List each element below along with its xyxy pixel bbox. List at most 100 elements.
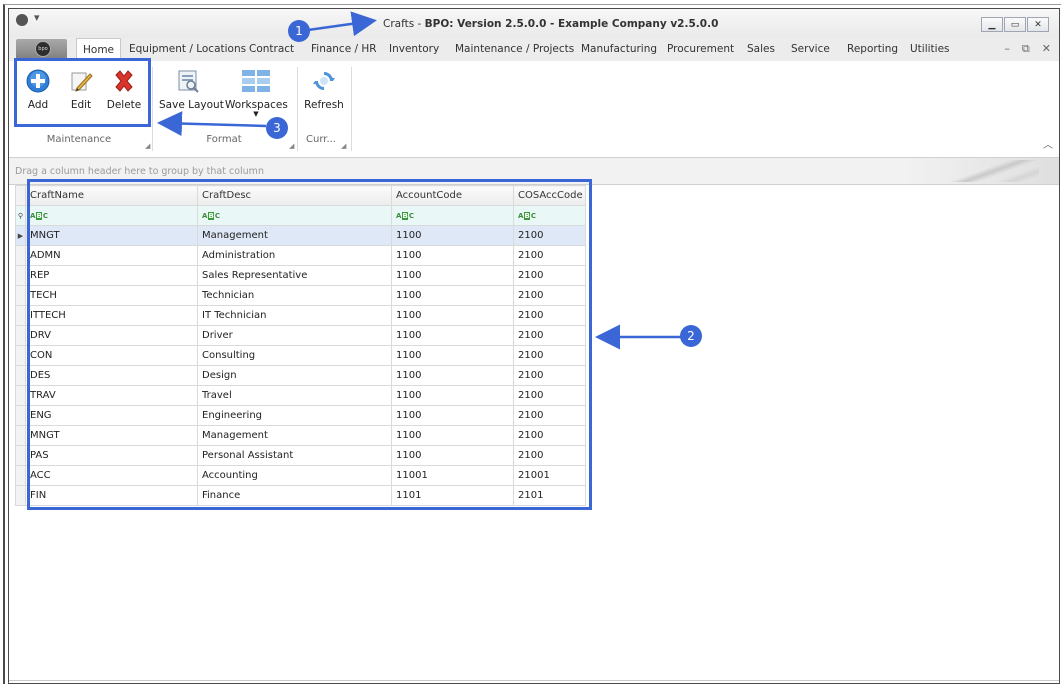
row-indicator[interactable] [15,485,26,506]
table-row[interactable]: FIN Finance 1101 2101 [15,485,586,506]
table-row[interactable]: DRV Driver 1100 2100 [15,325,586,346]
cell-craftname[interactable]: ACC [25,465,198,486]
mdi-minimize-icon[interactable]: – [1004,42,1010,56]
cell-cosacccode[interactable]: 2100 [513,425,586,446]
cell-cosacccode[interactable]: 2100 [513,325,586,346]
row-indicator[interactable] [15,325,26,346]
cell-accountcode[interactable]: 1100 [391,285,514,306]
cell-accountcode[interactable]: 1100 [391,225,514,246]
table-row[interactable]: ACC Accounting 11001 21001 [15,465,586,486]
filter-cell-cosacccode[interactable]: ABC [513,205,586,226]
cell-accountcode[interactable]: 1100 [391,325,514,346]
tab-equipment-locations[interactable]: Equipment / Locations [129,43,246,55]
cell-craftdesc[interactable]: Travel [197,385,392,406]
table-row[interactable]: REP Sales Representative 1100 2100 [15,265,586,286]
group-by-panel[interactable]: Drag a column header here to group by th… [9,158,1059,185]
tab-sales[interactable]: Sales [747,43,775,55]
tab-service[interactable]: Service [791,43,830,55]
table-row[interactable]: ITTECH IT Technician 1100 2100 [15,305,586,326]
cell-craftdesc[interactable]: Sales Representative [197,265,392,286]
table-row[interactable]: CON Consulting 1100 2100 [15,345,586,366]
cell-cosacccode[interactable]: 21001 [513,465,586,486]
cell-cosacccode[interactable]: 2100 [513,285,586,306]
table-row[interactable]: TRAV Travel 1100 2100 [15,385,586,406]
cell-craftdesc[interactable]: Accounting [197,465,392,486]
cell-craftname[interactable]: CON [25,345,198,366]
row-indicator[interactable] [15,245,26,266]
cell-accountcode[interactable]: 1100 [391,425,514,446]
row-indicator[interactable] [15,445,26,466]
cell-accountcode[interactable]: 1100 [391,265,514,286]
cell-craftdesc[interactable]: Engineering [197,405,392,426]
tab-finance-hr[interactable]: Finance / HR [311,43,377,55]
close-button[interactable]: ✕ [1027,17,1049,32]
row-indicator[interactable] [15,385,26,406]
cell-craftname[interactable]: ITTECH [25,305,198,326]
row-indicator[interactable] [15,265,26,286]
tab-inventory[interactable]: Inventory [389,43,439,55]
cell-cosacccode[interactable]: 2100 [513,345,586,366]
cell-craftdesc[interactable]: Driver [197,325,392,346]
cell-cosacccode[interactable]: 2100 [513,225,586,246]
table-row[interactable]: MNGT Management 1100 2100 [15,425,586,446]
edit-button[interactable]: Edit [64,65,98,125]
tab-maintenance-projects[interactable]: Maintenance / Projects [455,43,574,55]
cell-craftdesc[interactable]: Administration [197,245,392,266]
add-button[interactable]: Add [21,65,55,125]
cell-craftname[interactable]: ADMN [25,245,198,266]
row-indicator[interactable] [15,345,26,366]
column-header-craftdesc[interactable]: CraftDesc [197,185,392,206]
filter-cell-craftname[interactable]: ABC [25,205,198,226]
filter-cell-craftdesc[interactable]: ABC [197,205,392,226]
tab-home[interactable]: Home [76,38,122,61]
cell-cosacccode[interactable]: 2100 [513,245,586,266]
cell-accountcode[interactable]: 1100 [391,245,514,266]
cell-craftname[interactable]: TRAV [25,385,198,406]
cell-accountcode[interactable]: 1100 [391,305,514,326]
cell-craftdesc[interactable]: Personal Assistant [197,445,392,466]
cell-accountcode[interactable]: 1100 [391,405,514,426]
cell-cosacccode[interactable]: 2101 [513,485,586,506]
table-row[interactable]: ENG Engineering 1100 2100 [15,405,586,426]
column-header-cosacccode[interactable]: COSAccCode [513,185,586,206]
cell-craftname[interactable]: FIN [25,485,198,506]
cell-craftdesc[interactable]: Management [197,225,392,246]
tab-utilities[interactable]: Utilities [910,43,950,55]
cell-craftname[interactable]: PAS [25,445,198,466]
tab-reporting[interactable]: Reporting [847,43,898,55]
cell-cosacccode[interactable]: 2100 [513,405,586,426]
row-indicator[interactable] [15,305,26,326]
cell-craftdesc[interactable]: Management [197,425,392,446]
row-indicator[interactable] [15,405,26,426]
workspaces-button[interactable]: Workspaces ▼ [225,65,288,125]
column-header-accountcode[interactable]: AccountCode [391,185,514,206]
current-launcher-icon[interactable]: ◢ [341,142,346,150]
cell-craftdesc[interactable]: Technician [197,285,392,306]
app-logo-icon[interactable] [16,14,28,26]
cell-accountcode[interactable]: 1101 [391,485,514,506]
table-row[interactable]: PAS Personal Assistant 1100 2100 [15,445,586,466]
cell-cosacccode[interactable]: 2100 [513,445,586,466]
filter-cell-accountcode[interactable]: ABC [391,205,514,226]
quick-access-dropdown-icon[interactable]: ▾ [34,11,40,24]
cell-craftname[interactable]: TECH [25,285,198,306]
table-row[interactable]: DES Design 1100 2100 [15,365,586,386]
cell-accountcode[interactable]: 1100 [391,445,514,466]
cell-accountcode[interactable]: 1100 [391,365,514,386]
column-header-craftname[interactable]: CraftName [25,185,198,206]
cell-accountcode[interactable]: 11001 [391,465,514,486]
cell-craftdesc[interactable]: IT Technician [197,305,392,326]
collapse-ribbon-icon[interactable]: ︿ [1043,136,1053,151]
tab-manufacturing[interactable]: Manufacturing [581,43,657,55]
table-row[interactable]: ADMN Administration 1100 2100 [15,245,586,266]
application-menu-button[interactable]: bpo [16,39,67,59]
cell-craftname[interactable]: REP [25,265,198,286]
cell-craftname[interactable]: DRV [25,325,198,346]
current-row-indicator-icon[interactable]: ▶ [15,225,26,246]
mdi-restore-icon[interactable]: ⧉ [1022,42,1030,56]
format-launcher-icon[interactable]: ◢ [289,142,294,150]
cell-craftname[interactable]: MNGT [25,225,198,246]
row-indicator[interactable] [15,285,26,306]
row-indicator[interactable] [15,425,26,446]
cell-accountcode[interactable]: 1100 [391,385,514,406]
